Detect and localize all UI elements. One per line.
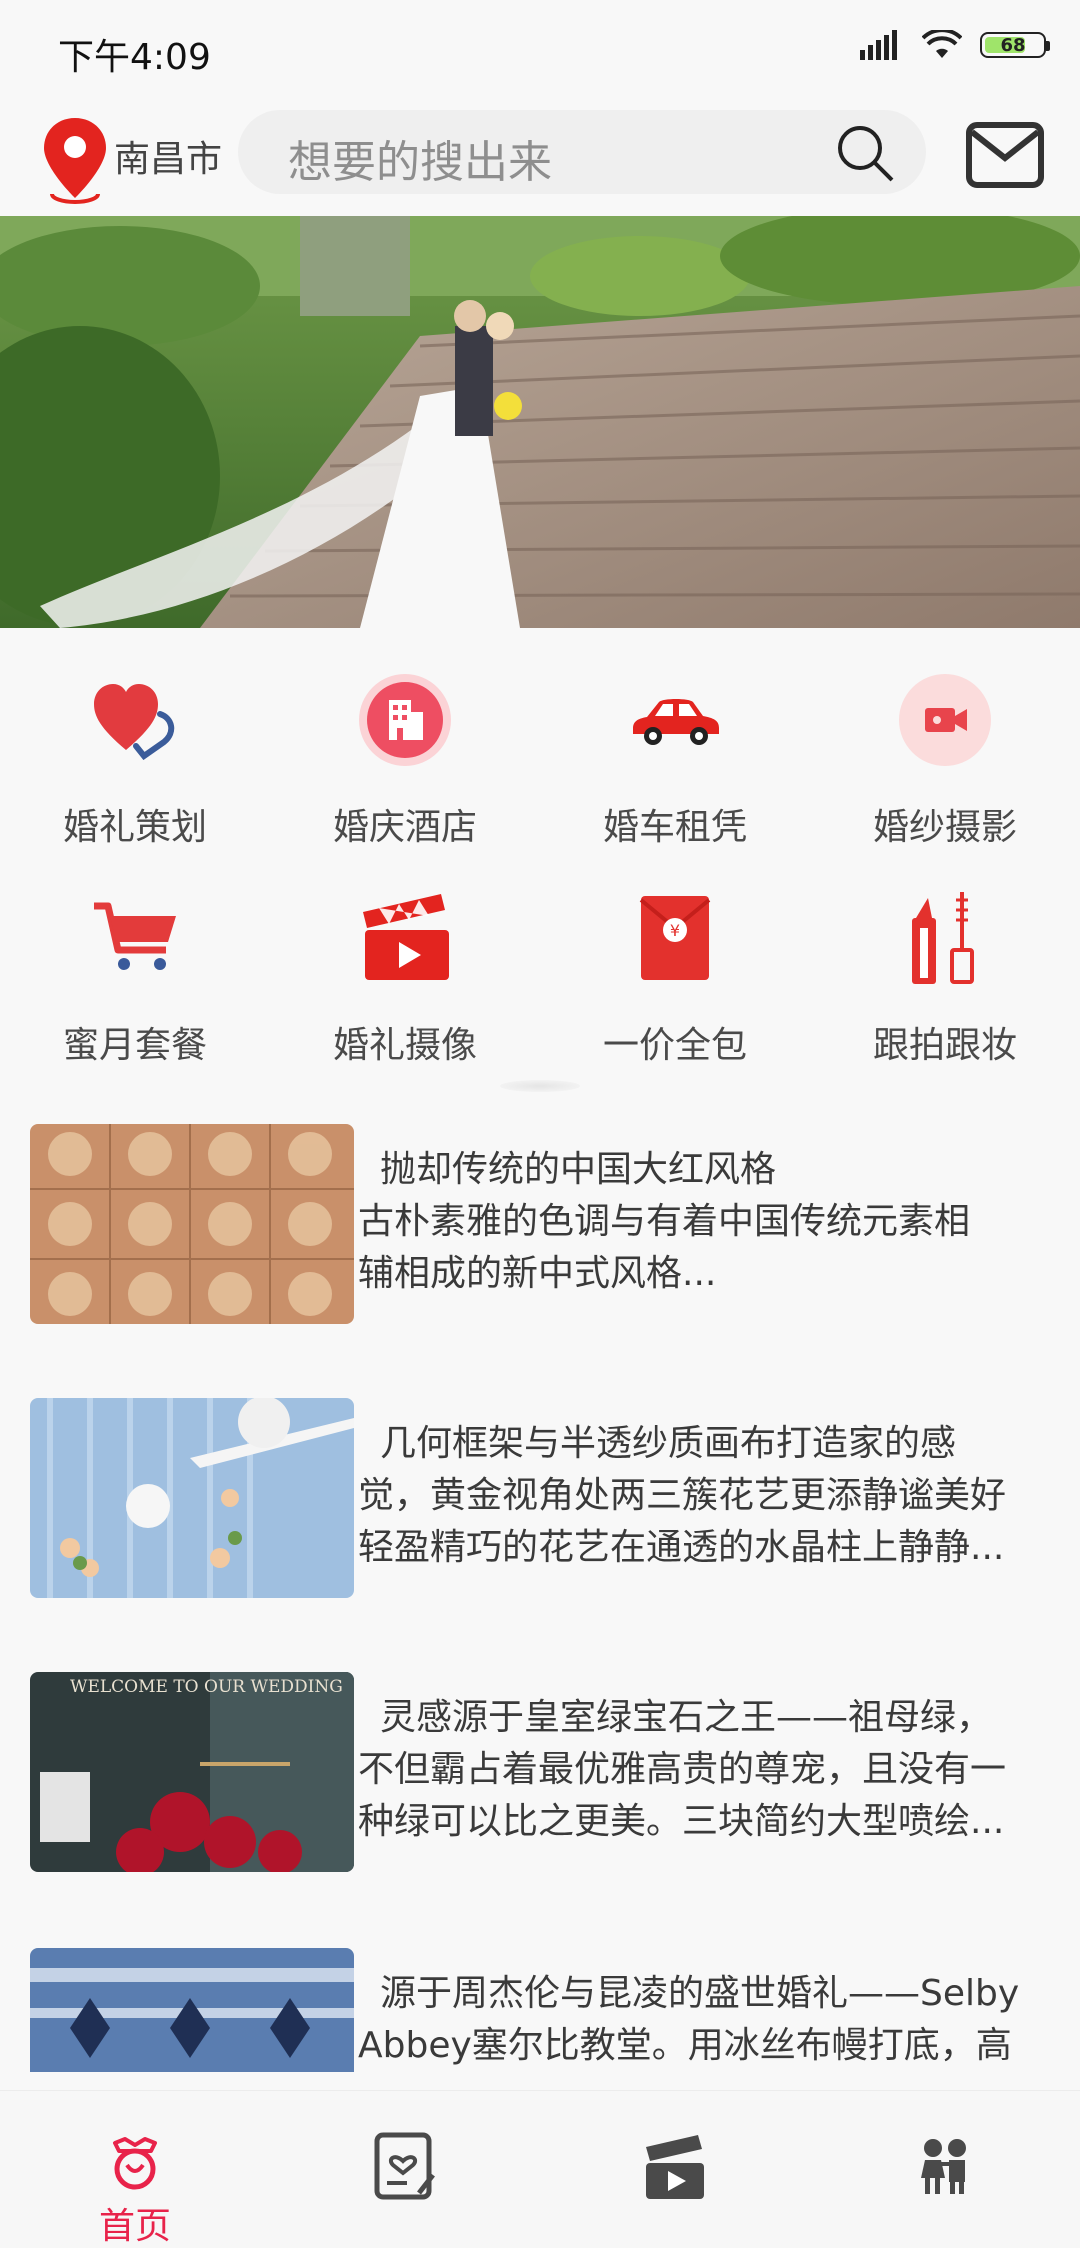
category-label: 婚庆酒店 [332,807,477,848]
article-text: 抛却传统的中国大红风格 古朴素雅的色调与有着中国传统元素相 辅相成的新中式风格.… [358,1144,1078,1300]
video-camera-icon [899,674,991,766]
wifi-icon [922,30,962,58]
divider-shadow [500,1080,580,1092]
city-selector[interactable]: 南昌市 [114,130,222,182]
category-wedding-car[interactable]: 婚车租凭 [540,660,810,860]
search-bar[interactable]: 想要的搜出来 [238,110,926,194]
nav-profile[interactable] [810,2091,1080,2248]
status-bar: 下午4:09 68 [0,0,1080,100]
article-line: 轻盈精巧的花艺在通透的水晶柱上静静... [358,1527,1005,1568]
mail-icon[interactable] [966,122,1044,188]
svg-text:¥: ¥ [670,921,680,940]
article-item[interactable]: 抛却传统的中国大红风格 古朴素雅的色调与有着中国传统元素相 辅相成的新中式风格.… [30,1124,1060,1334]
article-thumbnail: WELCOME TO OUR WEDDING [30,1672,354,1872]
building-icon [359,674,451,766]
red-envelope-icon: ¥ [639,896,711,980]
category-wedding-hotel[interactable]: 婚庆酒店 [270,660,540,860]
wedding-sign-text: WELCOME TO OUR WEDDING [70,1677,343,1697]
article-title: 抛却传统的中国大红风格 [380,1149,777,1190]
category-label: 婚车租凭 [602,807,747,848]
car-icon [633,699,719,745]
article-text: 源于周杰伦与昆凌的盛世婚礼——Selby Abbey塞尔比教堂。用冰丝布幔打底，… [358,1968,1060,2072]
top-header: 南昌市 想要的搜出来 [0,100,1080,216]
article-item[interactable]: 源于周杰伦与昆凌的盛世婚礼——Selby Abbey塞尔比教堂。用冰丝布幔打底，… [30,1948,1060,2072]
cart-icon [94,902,176,970]
wedding-banner[interactable] [0,216,1080,628]
article-line: 觉，黄金视角处两三簇花艺更添静谧美好 [358,1475,1007,1516]
battery-icon: 68 [980,32,1050,58]
article-thumbnail [30,1398,354,1598]
article-text: 几何框架与半透纱质画布打造家的感 觉，黄金视角处两三簇花艺更添静谧美好 轻盈精巧… [358,1418,1078,1574]
category-honeymoon[interactable]: 蜜月套餐 [0,878,270,1078]
article-line: Abbey塞尔比教堂。用冰丝布幔打底，高 [358,2025,1012,2066]
bottom-navigation: 首页 [0,2090,1080,2248]
article-text: 灵感源于皇室绿宝石之王——祖母绿， 不但霸占着最优雅高贵的尊宠，且没有一 种绿可… [358,1692,1078,1848]
category-all-inclusive[interactable]: ¥ 一价全包 [540,878,810,1078]
article-line: 古朴素雅的色调与有着中国传统元素相 [358,1201,971,1242]
article-line: 辅相成的新中式风格... [358,1253,717,1294]
lipstick-icon [912,892,974,984]
article-thumbnail [30,1948,354,2072]
status-time: 下午4:09 [58,37,211,78]
category-label: 跟拍跟妆 [872,1025,1017,1066]
nav-video[interactable] [540,2091,810,2248]
status-icons: 68 [860,30,1050,60]
clapperboard-nav-icon [646,2135,704,2199]
article-line: 不但霸占着最优雅高贵的尊宠，且没有一 [358,1749,1007,1790]
category-label: 婚纱摄影 [872,807,1017,848]
article-line: 种绿可以比之更美。三块简约大型喷绘... [358,1801,1005,1842]
battery-level: 68 [1000,34,1026,56]
article-title: 灵感源于皇室绿宝石之王——祖母绿， [380,1697,993,1738]
category-wedding-video[interactable]: 婚礼摄像 [270,878,540,1078]
article-item[interactable]: 几何框架与半透纱质画布打造家的感 觉，黄金视角处两三簇花艺更添静谧美好 轻盈精巧… [30,1398,1060,1608]
couple-icon [921,2139,966,2194]
article-title: 几何框架与半透纱质画布打造家的感 [380,1423,957,1464]
home-ring-icon [113,2137,157,2190]
heart-icon [94,684,175,760]
category-wedding-photography[interactable]: 婚纱摄影 [810,660,1080,860]
notes-icon [374,2132,435,2200]
category-label: 蜜月套餐 [62,1025,207,1066]
nav-home[interactable]: 首页 [0,2091,270,2248]
search-placeholder: 想要的搜出来 [288,137,552,188]
category-label: 婚礼摄像 [332,1025,477,1066]
nav-notes[interactable] [270,2091,540,2248]
category-wedding-planning[interactable]: 婚礼策划 [0,660,270,860]
category-makeup[interactable]: 跟拍跟妆 [810,878,1080,1078]
search-icon[interactable] [834,122,896,184]
clapperboard-icon [363,894,449,980]
category-label: 婚礼策划 [62,807,207,848]
article-thumbnail [30,1124,354,1324]
article-title: 源于周杰伦与昆凌的盛世婚礼——Selby [380,1973,1020,2014]
category-label: 一价全包 [602,1025,747,1066]
signal-icon [860,30,897,60]
location-pin-icon[interactable] [40,114,110,206]
nav-home-label: 首页 [98,2206,171,2247]
article-item[interactable]: WELCOME TO OUR WEDDING 灵感源于皇室绿宝石之王——祖母绿，… [30,1672,1060,1882]
